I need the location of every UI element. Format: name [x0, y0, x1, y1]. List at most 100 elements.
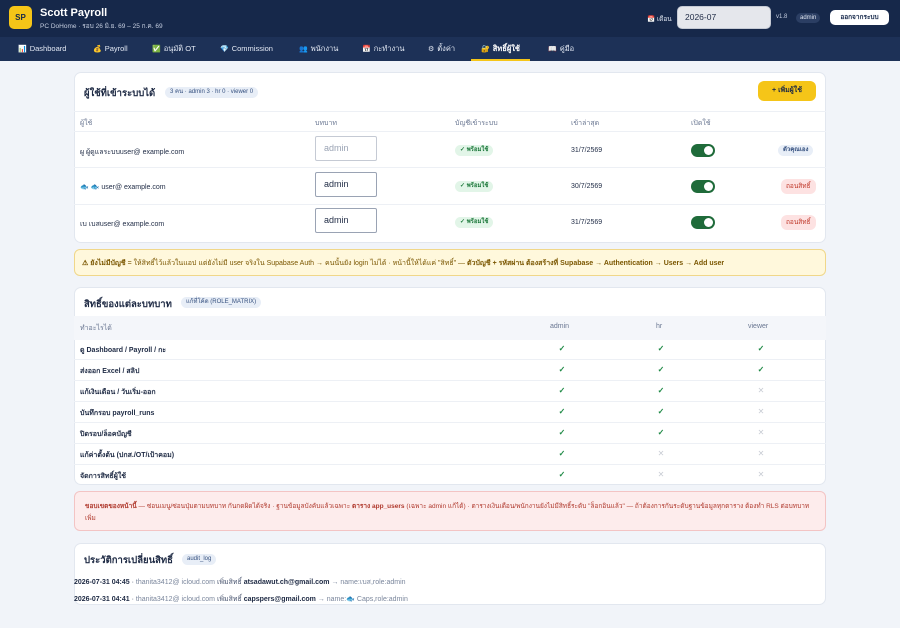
user-name: 🐟 🐟 user@ example.com [80, 184, 166, 191]
viewer-permission-mark: ✕ [757, 407, 765, 416]
permission-label: บันทึกรอบ payroll_runs [80, 410, 155, 417]
viewer-permission-mark: ✕ [757, 449, 765, 458]
matrix-title: สิทธิ์ของแต่ละบทบาท [84, 299, 172, 310]
viewer-permission-mark: ✕ [757, 386, 765, 395]
main-nav: 📊 Dashboard 💰 Payroll ✅ อนุมัติ OT 💎 Commiss… [0, 37, 900, 61]
top-bar: SP Scott Payroll PC DoHome · รอบ 26 มิ.ย… [0, 0, 900, 37]
role-badge: admin [796, 13, 821, 23]
tab-employees[interactable]: 👥 พนักงาน [299, 37, 338, 61]
month-label: 📅 เดือน [647, 16, 672, 23]
divider [74, 464, 826, 465]
admin-permission-mark: ✓ [558, 449, 566, 458]
no-account-warning: ⚠ ยังไม่มีบัญชี = ให้สิทธิ์ไว้แล้วในแอป … [74, 249, 826, 276]
tab-user-permissions[interactable]: 🔐 สิทธิ์ผู้ใช้ [471, 37, 530, 61]
tab-manual[interactable]: 📖 คู่มือ [548, 37, 574, 61]
last-login: 31/7/2569 [571, 147, 603, 154]
gem-icon: 💎 [220, 46, 229, 53]
enabled-toggle[interactable] [691, 180, 715, 193]
viewer-permission-mark: ✓ [757, 344, 765, 353]
app-subtitle: PC DoHome · รอบ 26 มิ.ย. 69 – 25 ก.ค. 69 [40, 23, 163, 30]
hr-permission-mark: ✓ [657, 344, 665, 353]
hr-permission-mark: ✕ [657, 470, 665, 479]
matrix-header-row [74, 316, 826, 340]
col-header-admin: admin [550, 323, 570, 330]
chart-icon: 📊 [18, 46, 27, 53]
viewer-permission-mark: ✕ [757, 428, 765, 437]
version-label: v1.8 [776, 14, 788, 20]
tab-settings[interactable]: ⚙ ตั้งค่า [428, 37, 455, 61]
role-select[interactable]: admin [315, 136, 377, 161]
viewer-permission-mark: ✓ [757, 365, 765, 374]
lock-icon: 🔐 [481, 46, 490, 53]
col-header-hr: hr [656, 323, 663, 330]
divider [74, 422, 826, 423]
audit-entry: 2026-07-31 04:41 · thanita3412@ icloud.c… [74, 596, 408, 603]
calendar-icon: 📅 [647, 16, 657, 23]
calendar-icon: 📅 [362, 46, 371, 53]
enabled-toggle[interactable] [691, 144, 715, 157]
audit-title: ประวัติการเปลี่ยนสิทธิ์ [84, 555, 173, 566]
revoke-button[interactable]: ถอนสิทธิ์ [781, 179, 816, 194]
self-badge: ตัวคุณเอง [778, 145, 814, 156]
app-title: Scott Payroll [40, 7, 108, 19]
permission-label: ดู Dashboard / Payroll / กะ [80, 347, 167, 354]
permission-label: จัดการสิทธิ์ผู้ใช้ [80, 473, 127, 480]
viewer-permission-mark: ✕ [757, 470, 765, 479]
col-header-last-login: เข้าล่าสุด [571, 120, 600, 127]
admin-permission-mark: ✓ [558, 470, 566, 479]
toggle-knob [704, 218, 713, 227]
logout-button[interactable]: ออกจากระบบ [830, 10, 889, 25]
add-user-button[interactable]: + เพิ่มผู้ใช้ [758, 81, 816, 101]
tab-shifts[interactable]: 📅 กะทำงาน [362, 37, 404, 61]
tab-commission[interactable]: 💎 Commission [220, 37, 273, 61]
divider [74, 443, 826, 444]
users-summary-badge: 3 คน · admin 3 · hr 0 · viewer 0 [165, 87, 259, 98]
check-box-icon: ✅ [152, 46, 161, 53]
last-login: 31/7/2569 [571, 219, 603, 226]
permission-label: ส่งออก Excel / สลิป [80, 368, 140, 375]
users-title: ผู้ใช้ที่เข้าระบบได้ [84, 88, 156, 99]
audit-entry: 2026-07-31 04:45 · thanita3412@ icloud.c… [74, 579, 406, 586]
last-login: 30/7/2569 [571, 183, 603, 190]
month-input[interactable]: 2026-07 [677, 6, 771, 29]
page-scope-note: ขอบเขตของหน้านี้ — ซ่อนเมนู/ซ่อนปุ่มตามบ… [74, 491, 826, 531]
hr-permission-mark: ✕ [657, 449, 665, 458]
divider [74, 359, 826, 360]
permission-label: ปิดรอบ/ล็อคบัญชี [80, 431, 132, 438]
admin-permission-mark: ✓ [558, 365, 566, 374]
toggle-knob [704, 146, 713, 155]
hr-permission-mark: ✓ [657, 365, 665, 374]
admin-permission-mark: ✓ [558, 344, 566, 353]
user-name: ผู ผู้ดูแลระบบuser@ example.com [80, 149, 185, 156]
tab-dashboard[interactable]: 📊 Dashboard [18, 37, 66, 61]
divider [74, 111, 826, 112]
role-select[interactable]: admin [315, 208, 377, 233]
enabled-toggle[interactable] [691, 216, 715, 229]
col-header-action: ทำอะไรได้ [80, 325, 112, 332]
divider [74, 204, 826, 205]
hr-permission-mark: ✓ [657, 386, 665, 395]
gear-icon: ⚙ [428, 46, 435, 53]
hr-permission-mark: ✓ [657, 407, 665, 416]
divider [74, 380, 826, 381]
account-status-badge: ✓ พร้อมใช้ [455, 181, 494, 192]
matrix-source-badge: แก้ที่โค้ด (ROLE_MATRIX) [181, 297, 262, 308]
book-icon: 📖 [548, 46, 557, 53]
money-bag-icon: 💰 [93, 46, 102, 53]
app-logo: SP [9, 6, 32, 29]
col-header-viewer: viewer [748, 323, 769, 330]
admin-permission-mark: ✓ [558, 386, 566, 395]
audit-source-badge: audit_log [182, 554, 217, 565]
divider [74, 401, 826, 402]
divider [74, 167, 826, 168]
role-select[interactable]: admin [315, 172, 377, 197]
revoke-button[interactable]: ถอนสิทธิ์ [781, 215, 816, 230]
col-header-account: บัญชีเข้าระบบ [455, 120, 498, 127]
col-header-enabled: เปิดใช้ [691, 120, 711, 127]
people-icon: 👥 [299, 46, 308, 53]
tab-payroll[interactable]: 💰 Payroll [93, 37, 128, 61]
permission-label: แก้เงินเดือน / วันเริ่ม-ออก [80, 389, 156, 396]
account-status-badge: ✓ พร้อมใช้ [455, 145, 494, 156]
tab-ot-approval[interactable]: ✅ อนุมัติ OT [152, 37, 196, 61]
col-header-user: ผู้ใช้ [80, 120, 93, 127]
